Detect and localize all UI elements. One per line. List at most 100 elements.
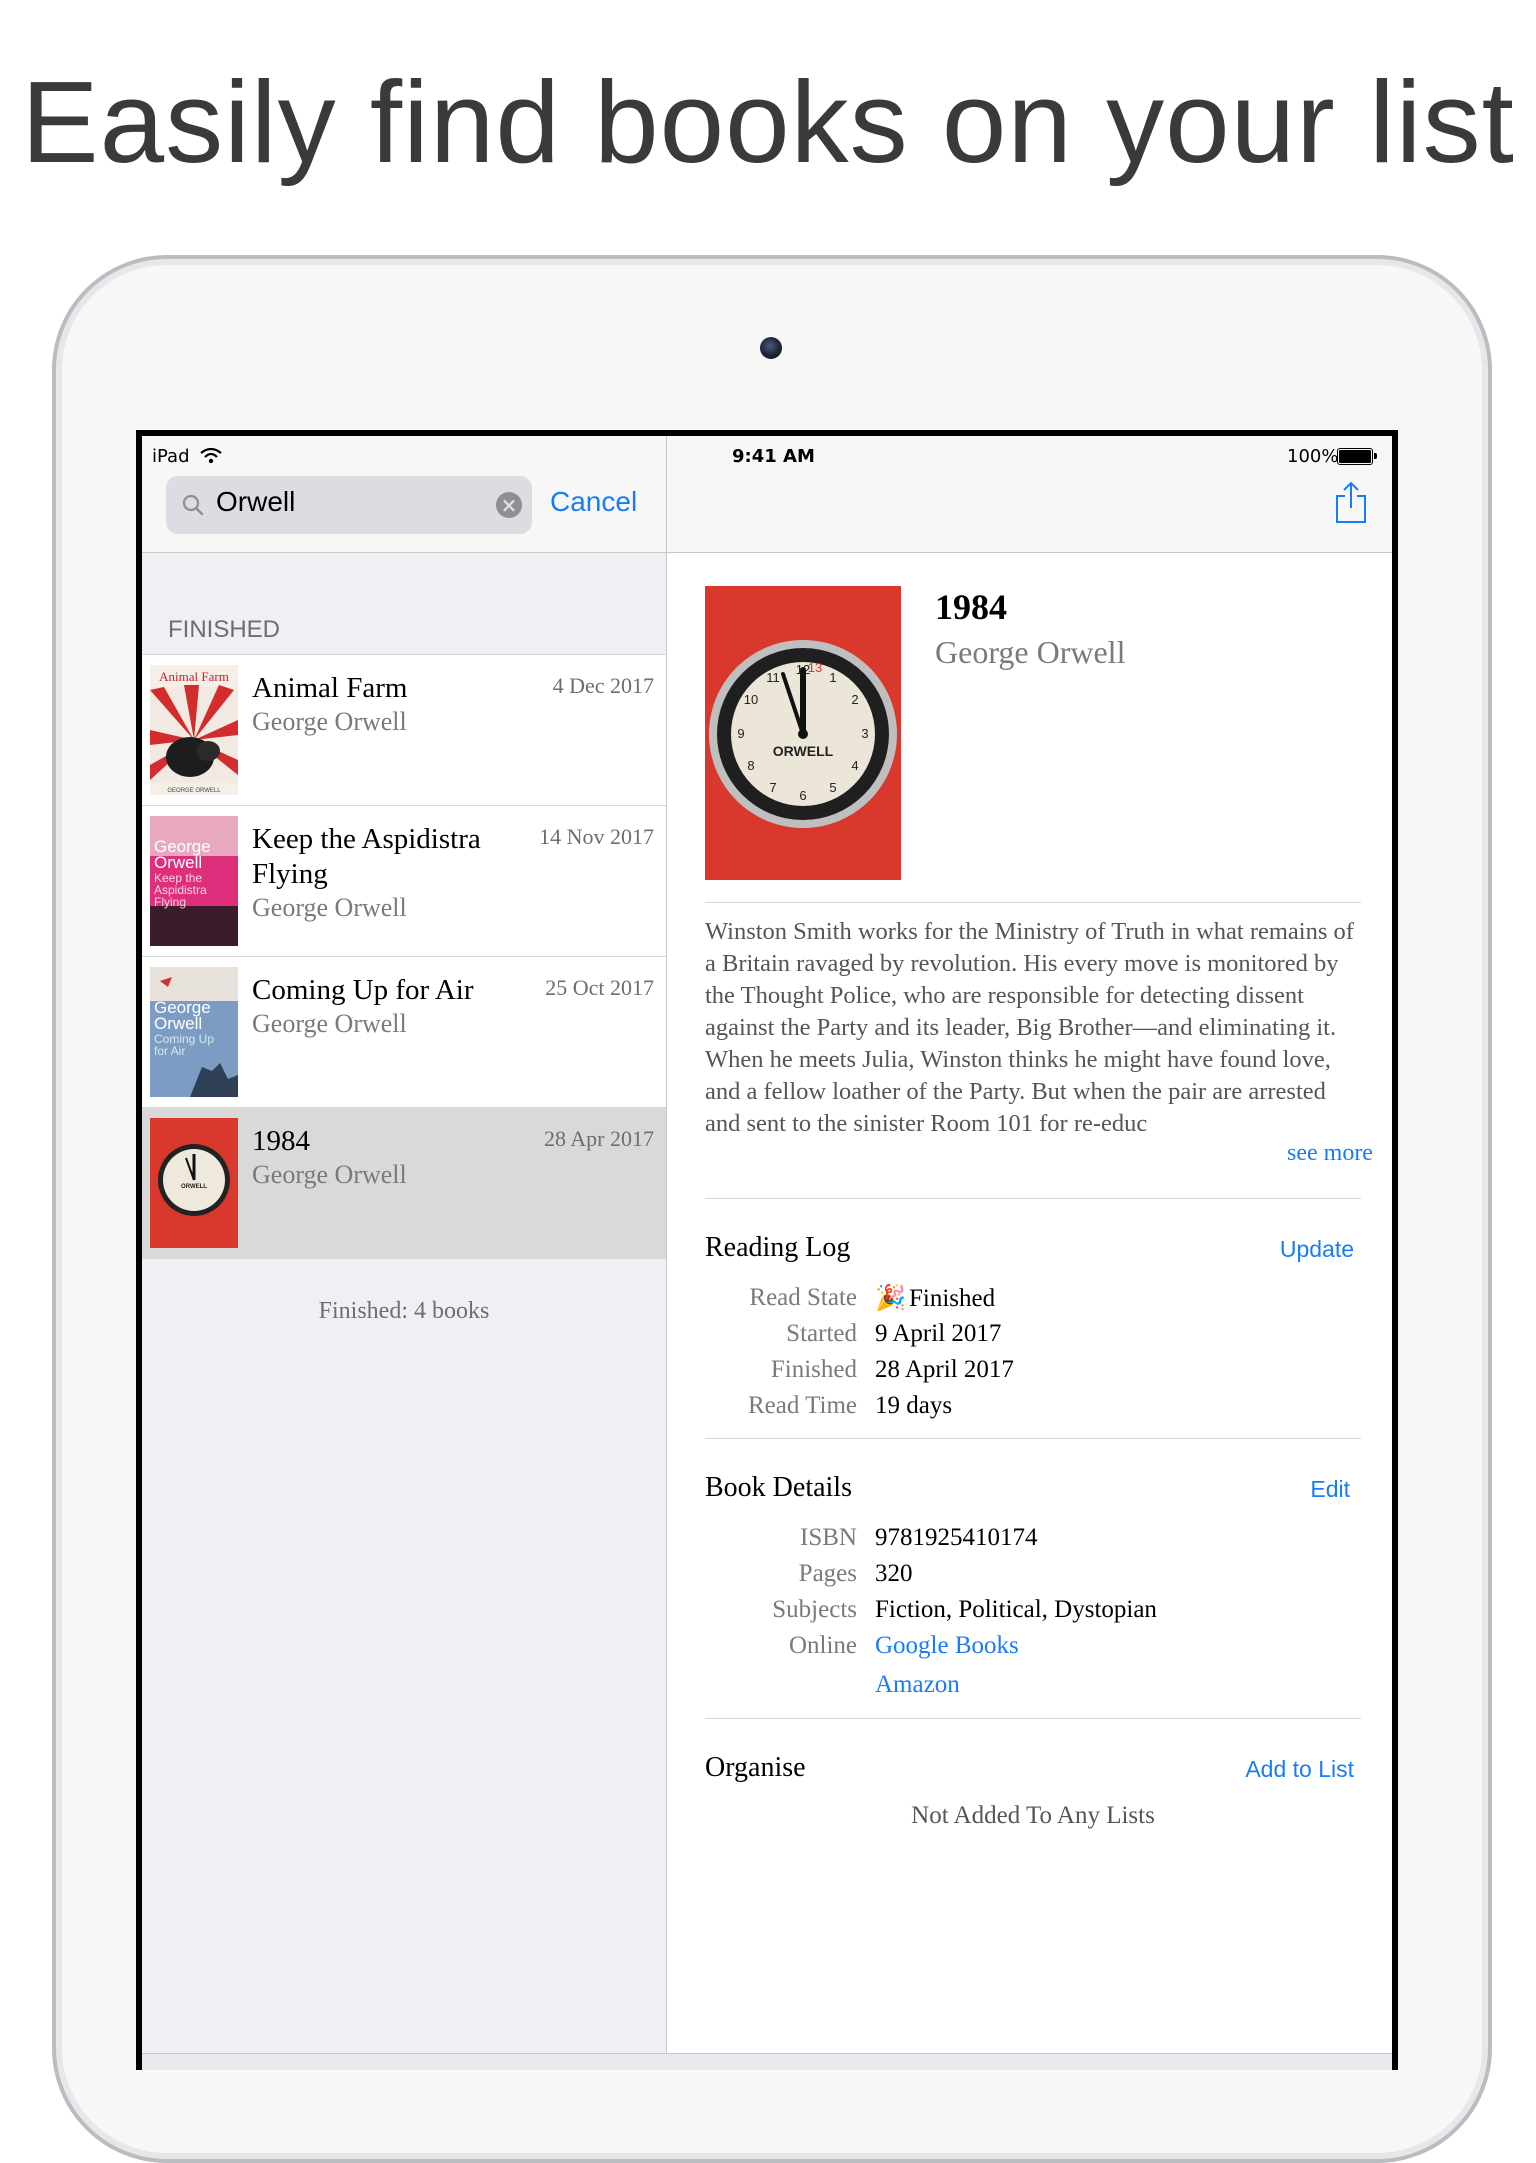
- cover-line: Flying: [154, 895, 186, 909]
- cover-line: for Air: [154, 1044, 185, 1058]
- battery-percent: 100%: [1287, 446, 1339, 467]
- cover-title-text: Animal Farm: [159, 669, 229, 684]
- book-author: George Orwell: [252, 707, 407, 736]
- list-item[interactable]: George Orwell Keep the Aspidistra Flying…: [142, 806, 666, 957]
- aspidistra-cover: George Orwell Keep the Aspidistra Flying: [150, 816, 238, 946]
- clock: 9:41 AM: [732, 446, 815, 467]
- book-title-heading: 1984: [935, 587, 1007, 627]
- front-camera: [760, 337, 782, 359]
- nineteen-eighty-four-cover-large: 12 1 2 3 4 5 6 7 8 9 10 11 13: [705, 586, 901, 880]
- edit-button[interactable]: Edit: [1310, 1476, 1350, 1503]
- reading-log-label: Finished: [770, 1356, 857, 1383]
- search-icon: [182, 494, 204, 516]
- app-window: Orwell × Cancel FINISHED Animal Farm GEO…: [142, 436, 1392, 2070]
- reading-log-label: Read State: [749, 1284, 857, 1311]
- clear-search-icon[interactable]: ×: [496, 492, 522, 518]
- svg-text:2: 2: [851, 692, 858, 707]
- svg-text:1: 1: [829, 670, 836, 685]
- book-description: Winston Smith works for the Ministry of …: [705, 918, 1354, 1137]
- amazon-link[interactable]: Amazon: [875, 1671, 960, 1699]
- reading-log-title: Reading Log: [705, 1232, 851, 1263]
- list-item-selected[interactable]: ORWELL 1984 George Orwell 28 Apr 2017: [142, 1108, 666, 1259]
- isbn-value: 9781925410174: [875, 1524, 1038, 1551]
- svg-text:7: 7: [769, 780, 776, 795]
- book-details-label: Online: [788, 1632, 857, 1659]
- book-author: George Orwell: [252, 1009, 407, 1038]
- svg-text:11: 11: [766, 670, 780, 685]
- cover-clock-label: ORWELL: [181, 1184, 207, 1190]
- svg-text:8: 8: [747, 758, 754, 773]
- party-popper-icon: 🎉: [875, 1285, 907, 1312]
- book-title: Animal Farm: [252, 672, 408, 704]
- ipad-screen: Orwell × Cancel FINISHED Animal Farm GEO…: [136, 430, 1398, 2070]
- divider: [705, 1718, 1361, 1719]
- book-author-heading: George Orwell: [935, 634, 1126, 670]
- add-to-list-button[interactable]: Add to List: [1245, 1756, 1354, 1783]
- svg-text:10: 10: [744, 692, 758, 707]
- finished-value: 28 April 2017: [875, 1356, 1014, 1383]
- tab-bar-edge: [142, 2053, 1392, 2070]
- cancel-button[interactable]: Cancel: [550, 486, 637, 518]
- svg-text:3: 3: [861, 726, 868, 741]
- google-books-link[interactable]: Google Books: [875, 1632, 1019, 1660]
- subjects-value: Fiction, Political, Dystopian: [875, 1596, 1157, 1623]
- book-cover-large: 12 1 2 3 4 5 6 7 8 9 10 11 13: [705, 586, 901, 880]
- book-details-label: Subjects: [772, 1596, 857, 1623]
- pages-value: 320: [875, 1560, 913, 1587]
- headline: Easily find books on your list: [21, 57, 1515, 187]
- started-value: 9 April 2017: [875, 1320, 1002, 1347]
- animal-farm-cover: Animal Farm GEORGE ORWELL: [150, 665, 238, 795]
- book-author: George Orwell: [252, 893, 407, 922]
- divider: [705, 1198, 1361, 1199]
- cover-author-text: GEORGE ORWELL: [167, 788, 221, 794]
- cover-clock-label: ORWELL: [773, 743, 834, 759]
- divider: [705, 902, 1361, 903]
- svg-text:4: 4: [851, 758, 858, 773]
- book-title: 1984: [252, 1125, 310, 1157]
- book-cover-thumbnail: ORWELL: [150, 1118, 238, 1248]
- svg-text:5: 5: [829, 780, 836, 795]
- read-time-value: 19 days: [875, 1392, 953, 1419]
- book-list: Animal Farm GEORGE ORWELL Animal Farm Ge…: [142, 654, 666, 1259]
- status-bar: iPad 9:41 AM 100%: [142, 436, 1392, 467]
- cover-line: Orwell: [154, 1014, 202, 1033]
- divider: [705, 1438, 1361, 1439]
- read-state-value: Finished: [909, 1285, 996, 1312]
- carrier-label: iPad: [152, 446, 190, 467]
- book-cover-thumbnail: George Orwell Keep the Aspidistra Flying: [150, 816, 238, 946]
- book-title: Keep the Aspidistra Flying: [252, 823, 481, 890]
- svg-text:6: 6: [799, 788, 806, 803]
- wifi-icon: [200, 448, 222, 464]
- book-date: 4 Dec 2017: [552, 673, 654, 698]
- book-details-label: Pages: [798, 1560, 857, 1587]
- book-date: 25 Oct 2017: [545, 975, 654, 1000]
- book-cover-thumbnail: Animal Farm GEORGE ORWELL: [150, 665, 238, 795]
- svg-text:13: 13: [808, 660, 822, 675]
- search-input[interactable]: Orwell: [216, 486, 295, 518]
- see-more-link[interactable]: see more: [1253, 1140, 1373, 1167]
- cover-line: Orwell: [154, 853, 202, 872]
- list-item[interactable]: Animal Farm GEORGE ORWELL Animal Farm Ge…: [142, 655, 666, 806]
- book-detail-pane: 12 1 2 3 4 5 6 7 8 9 10 11 13: [667, 436, 1392, 2070]
- reading-log-label: Read Time: [747, 1392, 857, 1419]
- book-date: 14 Nov 2017: [539, 824, 654, 849]
- coming-up-for-air-cover: George Orwell Coming Up for Air: [150, 967, 238, 1097]
- battery-icon: [1337, 448, 1377, 465]
- section-header: FINISHED: [168, 616, 281, 643]
- book-author: George Orwell: [252, 1160, 407, 1189]
- reading-log-value: 🎉 Finished: [875, 1284, 995, 1313]
- book-list-pane: Orwell × Cancel FINISHED Animal Farm GEO…: [142, 436, 667, 2070]
- svg-text:9: 9: [737, 726, 744, 741]
- share-icon[interactable]: [1334, 480, 1368, 524]
- book-details-label: ISBN: [800, 1524, 857, 1551]
- update-button[interactable]: Update: [1280, 1236, 1354, 1263]
- search-field[interactable]: Orwell ×: [166, 476, 532, 534]
- book-details-title: Book Details: [705, 1472, 852, 1503]
- book-cover-thumbnail: George Orwell Coming Up for Air: [150, 967, 238, 1097]
- organise-empty-state: Not Added To Any Lists: [911, 1802, 1155, 1829]
- list-footer: Finished: 4 books: [318, 1298, 490, 1324]
- organise-title: Organise: [705, 1752, 806, 1783]
- nineteen-eighty-four-cover: ORWELL: [150, 1118, 238, 1248]
- list-item[interactable]: George Orwell Coming Up for Air Coming U…: [142, 957, 666, 1108]
- book-title: Coming Up for Air: [252, 974, 474, 1006]
